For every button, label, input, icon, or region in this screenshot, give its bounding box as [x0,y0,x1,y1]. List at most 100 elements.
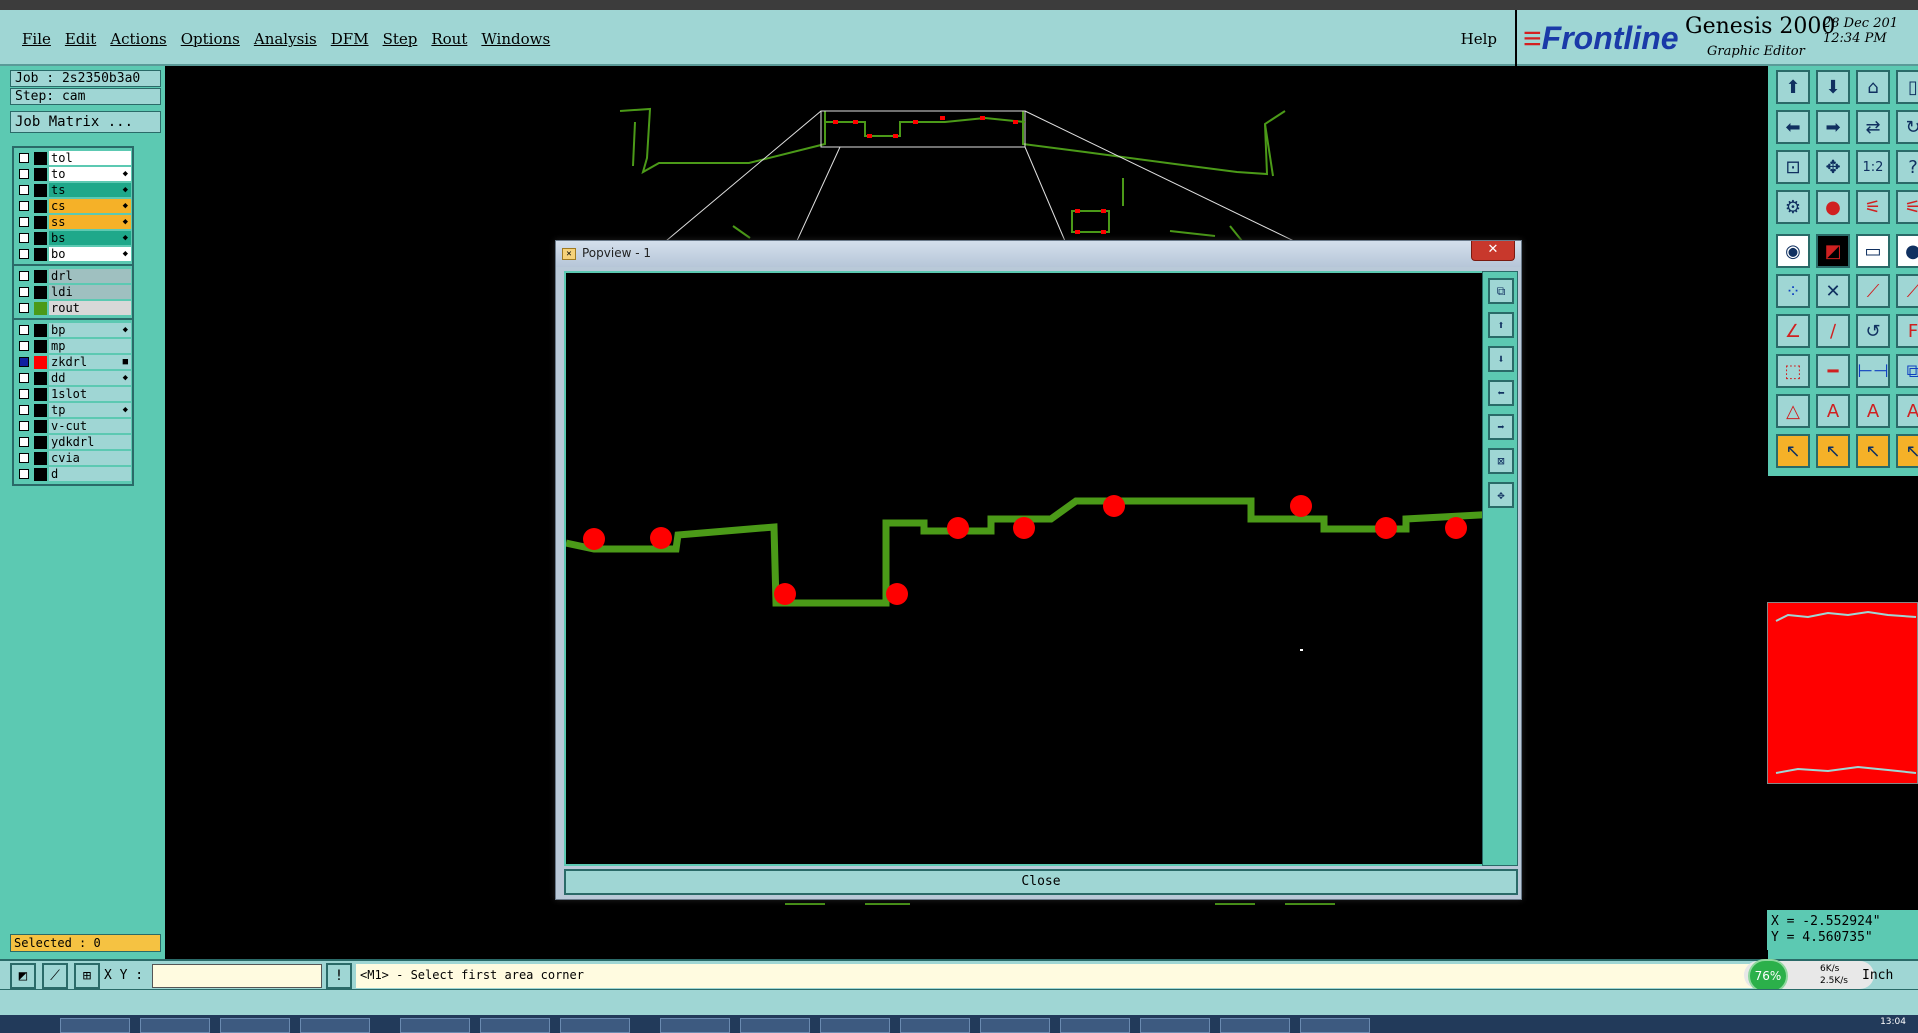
line2-icon[interactable]: ⟋ [1896,274,1918,308]
layer-row[interactable]: bp ◆ [14,322,132,338]
layer-row[interactable]: v-cut [14,418,132,434]
menu-rout[interactable]: Rout [431,30,467,48]
draw-mode-icon[interactable]: ◩ [10,963,36,989]
layer-row[interactable]: dd ◆ [14,370,132,386]
grid-icon[interactable]: ⊞ [74,963,100,989]
taskbar-item[interactable] [480,1018,550,1033]
taskbar-item[interactable] [980,1018,1050,1033]
layer-row[interactable]: rout [14,300,132,316]
layer-checkbox[interactable] [19,453,29,463]
layer-row[interactable]: mp [14,338,132,354]
help-icon[interactable]: ? [1896,150,1918,184]
info-icon[interactable]: ! [326,963,352,989]
pad-icon[interactable]: ◉ [1776,234,1810,268]
popview-close-icon[interactable]: ✕ [1471,241,1515,261]
layer-checkbox[interactable] [19,341,29,351]
move-left-icon[interactable]: ⬅ [1776,110,1810,144]
menu-actions[interactable]: Actions [110,30,166,48]
popview-fit-icon[interactable]: ⊠ [1488,448,1514,474]
ruler-icon[interactable]: ▭ [1856,234,1890,268]
taskbar-item[interactable] [900,1018,970,1033]
layer-checkbox[interactable] [19,357,29,367]
popview-canvas[interactable] [564,271,1517,866]
rotate-icon[interactable]: ↻ [1896,110,1918,144]
layer-checkbox[interactable] [19,421,29,431]
layer-row[interactable]: ydkdrl [14,434,132,450]
net-icon[interactable]: ⚟ [1856,190,1890,224]
route-icon[interactable]: ⬚ [1776,354,1810,388]
menu-analysis[interactable]: Analysis [254,30,317,48]
layer-checkbox[interactable] [19,405,29,415]
menu-file[interactable]: File [22,30,51,48]
arc-icon[interactable]: ↺ [1856,314,1890,348]
cross-icon[interactable]: ✕ [1816,274,1850,308]
pan-icon[interactable]: ✥ [1816,150,1850,184]
taskbar-item[interactable] [400,1018,470,1033]
layer-checkbox[interactable] [19,217,29,227]
layer-checkbox[interactable] [19,201,29,211]
layer-row[interactable]: drl [14,268,132,284]
a-outline-icon[interactable]: A [1816,394,1850,428]
text-icon[interactable]: F [1896,314,1918,348]
popview-close-button[interactable]: Close [564,869,1518,895]
taskbar-item[interactable] [140,1018,210,1033]
layer-row[interactable]: cs ◆ [14,198,132,214]
layer-checkbox[interactable] [19,169,29,179]
home-icon[interactable]: ⌂ [1856,70,1890,104]
layer-checkbox[interactable] [19,249,29,259]
layer-row[interactable]: tp ◆ [14,402,132,418]
pointer2-icon[interactable]: ↖ [1816,434,1850,468]
layer-row[interactable]: tol [14,150,132,166]
slash-icon[interactable]: ∕ [1816,314,1850,348]
angle-icon[interactable]: ∠ [1776,314,1810,348]
layer-checkbox[interactable] [19,325,29,335]
layer-row[interactable]: bs ◆ [14,230,132,246]
menu-edit[interactable]: Edit [65,30,96,48]
layer-checkbox[interactable] [19,389,29,399]
color-icon[interactable]: ◩ [1816,234,1850,268]
pointer3-icon[interactable]: ↖ [1856,434,1890,468]
taskbar-item[interactable] [740,1018,810,1033]
taskbar-item[interactable] [820,1018,890,1033]
menu-windows[interactable]: Windows [481,30,550,48]
a-line-icon[interactable]: A [1896,394,1918,428]
menu-dfm[interactable]: DFM [331,30,369,48]
layer-row[interactable]: to ◆ [14,166,132,182]
taskbar-item[interactable] [1060,1018,1130,1033]
taskbar-item[interactable] [560,1018,630,1033]
layer-checkbox[interactable] [19,153,29,163]
popview-pan-icon[interactable]: ✥ [1488,482,1514,508]
move-up-icon[interactable]: ⬆ [1776,70,1810,104]
edit-mode-icon[interactable]: ⟋ [42,963,68,989]
pointer-icon[interactable]: ↖ [1776,434,1810,468]
layer-row[interactable]: ts ◆ [14,182,132,198]
minimap[interactable] [1767,602,1918,784]
layer-checkbox[interactable] [19,287,29,297]
layer-checkbox[interactable] [19,233,29,243]
layer-row[interactable]: ss ◆ [14,214,132,230]
taskbar-item[interactable] [60,1018,130,1033]
taskbar-item[interactable] [1220,1018,1290,1033]
split-view-icon[interactable]: ▯ [1896,70,1918,104]
copy-icon[interactable]: ⧉ [1896,354,1918,388]
a-fill-icon[interactable]: A [1856,394,1890,428]
menu-step[interactable]: Step [383,30,418,48]
job-matrix-button[interactable]: Job Matrix ... [10,111,161,133]
xy-input[interactable] [152,964,322,988]
net2-icon[interactable]: ⚟ [1896,190,1918,224]
dash-icon[interactable]: ━ [1816,354,1850,388]
dot-icon[interactable]: ● [1896,234,1918,268]
move-down-icon[interactable]: ⬇ [1816,70,1850,104]
menu-options[interactable]: Options [181,30,240,48]
snap-icon[interactable]: ● [1816,190,1850,224]
popview-window-icon[interactable]: ⧉ [1488,278,1514,304]
popview-right-icon[interactable]: ➡ [1488,414,1514,440]
layer-row[interactable]: zkdrl ■ [14,354,132,370]
popview-down-icon[interactable]: ⬇ [1488,346,1514,372]
popview-up-icon[interactable]: ⬆ [1488,312,1514,338]
taskbar-item[interactable] [220,1018,290,1033]
layer-row[interactable]: d [14,466,132,482]
scale-1-2-icon[interactable]: 1:2 [1856,150,1890,184]
layer-row[interactable]: 1slot [14,386,132,402]
measure-icon[interactable]: ⚙ [1776,190,1810,224]
